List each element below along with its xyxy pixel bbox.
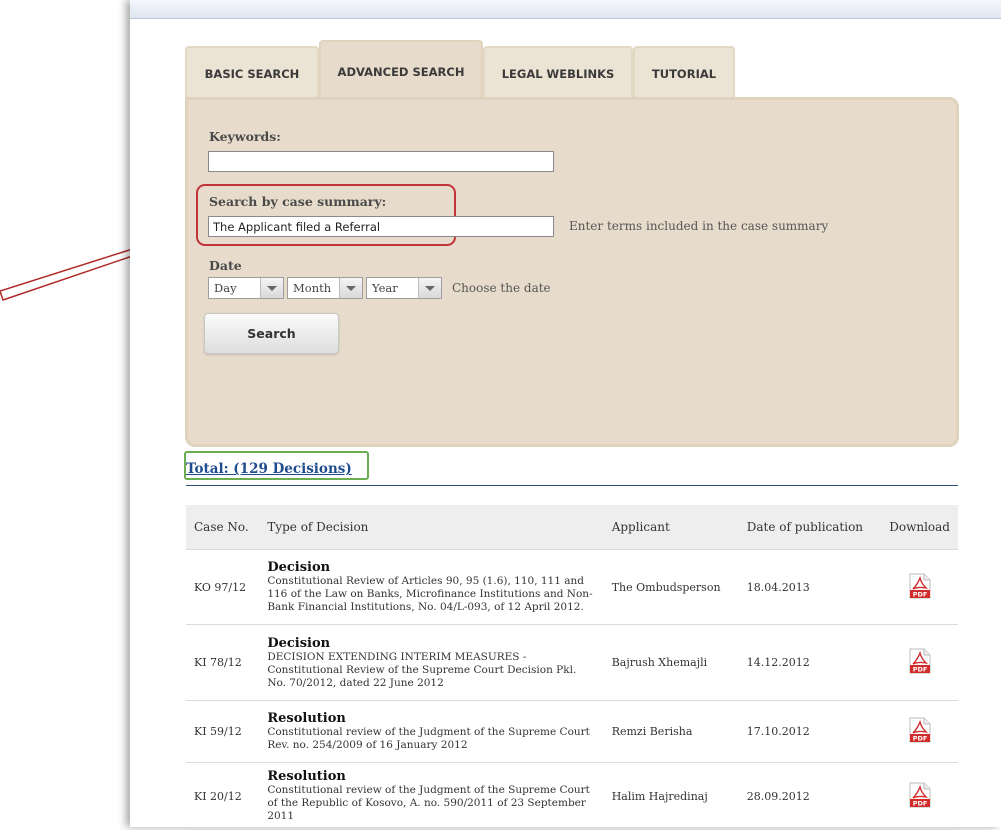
pdf-download-icon[interactable]: PDF — [909, 717, 931, 743]
publication-date: 18.04.2013 — [738, 549, 882, 625]
summary-label: Search by case summary: — [209, 194, 387, 209]
pdf-download-icon[interactable]: PDF — [909, 573, 931, 599]
decision-summary: Constitutional review of the Judgment of… — [267, 726, 590, 751]
table-header-row: Case No. Type of Decision Applicant Date… — [186, 505, 958, 550]
total-decisions-link[interactable]: Total: (129 Decisions) — [186, 461, 352, 477]
page-panel: BASIC SEARCH ADVANCED SEARCH LEGAL WEBLI… — [130, 0, 1001, 830]
case-no: KI 20/12 — [186, 762, 260, 830]
decision-summary: Constitutional Review of Articles 90, 95… — [267, 575, 593, 613]
svg-text:PDF: PDF — [912, 666, 927, 674]
download-cell: PDF — [881, 700, 958, 763]
day-select-value: Day — [214, 281, 237, 295]
col-download: Download — [881, 505, 958, 550]
date-label: Date — [209, 258, 242, 273]
decision-type: Decision — [267, 560, 331, 575]
summary-hint: Enter terms included in the case summary — [569, 219, 829, 233]
decision-type: Resolution — [267, 711, 346, 726]
col-case-no: Case No. — [186, 505, 260, 550]
col-date-of-publication: Date of publication — [738, 505, 882, 550]
table-row: KI 59/12 Resolution Constitutional revie… — [186, 700, 958, 763]
tab-tutorial[interactable]: TUTORIAL — [633, 46, 735, 98]
decision-cell: Decision DECISION EXTENDING INTERIM MEAS… — [259, 624, 604, 701]
year-select[interactable]: Year — [366, 277, 442, 299]
month-select-value: Month — [293, 281, 332, 295]
svg-text:PDF: PDF — [912, 590, 927, 598]
case-summary-input[interactable] — [208, 216, 554, 237]
svg-text:PDF: PDF — [912, 735, 927, 743]
col-applicant: Applicant — [603, 505, 739, 550]
decision-cell: Resolution Constitutional review of the … — [259, 762, 604, 830]
keywords-label: Keywords: — [209, 129, 281, 144]
tab-basic-search[interactable]: BASIC SEARCH — [185, 46, 319, 98]
pdf-download-icon[interactable]: PDF — [909, 782, 931, 808]
keywords-input[interactable] — [208, 151, 554, 172]
decision-cell: Decision Constitutional Review of Articl… — [259, 549, 604, 625]
col-type-of-decision: Type of Decision — [259, 505, 604, 550]
decision-type: Resolution — [267, 769, 346, 784]
download-cell: PDF — [881, 624, 958, 701]
applicant: Bajrush Xhemajli — [603, 624, 739, 701]
search-button[interactable]: Search — [204, 313, 339, 354]
table-row: KI 20/12 Resolution Constitutional revie… — [186, 762, 958, 830]
case-no: KI 59/12 — [186, 700, 260, 763]
table-row: KI 78/12 Decision DECISION EXTENDING INT… — [186, 624, 958, 701]
decision-type: Decision — [267, 635, 331, 651]
applicant: The Ombudsperson — [603, 549, 739, 625]
chevron-down-icon — [260, 278, 283, 298]
day-select[interactable]: Day — [208, 277, 284, 299]
results-table: Case No. Type of Decision Applicant Date… — [186, 505, 958, 830]
date-hint: Choose the date — [452, 281, 551, 295]
publication-date: 14.12.2012 — [738, 624, 882, 701]
applicant: Halim Hajredinaj — [603, 762, 739, 830]
case-no: KO 97/12 — [186, 549, 260, 625]
pdf-download-icon[interactable]: PDF — [909, 648, 931, 674]
month-select[interactable]: Month — [287, 277, 363, 299]
chevron-down-icon — [418, 278, 441, 298]
applicant: Remzi Berisha — [603, 700, 739, 763]
publication-date: 28.09.2012 — [738, 762, 882, 830]
browser-top-strip — [130, 0, 1001, 19]
tab-legal-weblinks[interactable]: LEGAL WEBLINKS — [483, 46, 633, 98]
year-select-value: Year — [372, 281, 398, 295]
chevron-down-icon — [339, 278, 362, 298]
download-cell: PDF — [881, 549, 958, 625]
tab-advanced-search[interactable]: ADVANCED SEARCH — [319, 40, 483, 100]
svg-text:PDF: PDF — [912, 799, 927, 807]
decision-cell: Resolution Constitutional review of the … — [259, 700, 604, 763]
decision-summary: DECISION EXTENDING INTERIM MEASURES - Co… — [267, 650, 577, 689]
table-row: KO 97/12 Decision Constitutional Review … — [186, 549, 958, 625]
download-cell: PDF — [881, 762, 958, 830]
divider — [186, 485, 958, 486]
case-no: KI 78/12 — [186, 624, 260, 701]
decision-summary: Constitutional review of the Judgment of… — [267, 784, 590, 822]
advanced-search-form: Keywords: Search by case summary: Enter … — [185, 97, 959, 447]
publication-date: 17.10.2012 — [738, 700, 882, 763]
